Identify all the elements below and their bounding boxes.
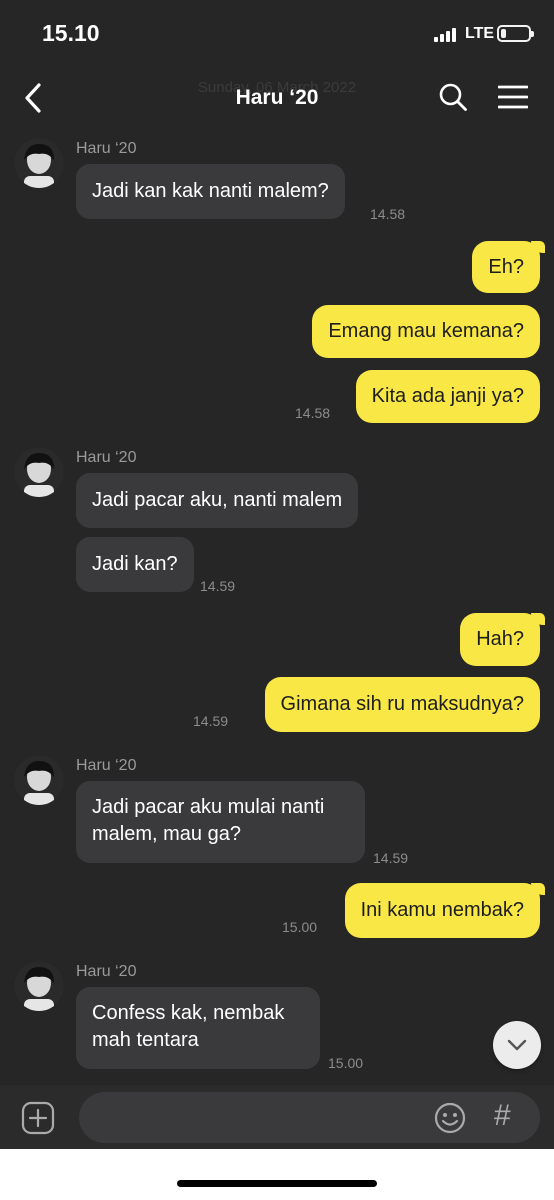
sender-name: Haru ‘20 bbox=[76, 757, 137, 774]
message-bubble-outgoing[interactable]: Emang mau kemana? bbox=[312, 305, 540, 358]
hash-icon[interactable]: # bbox=[494, 1099, 511, 1133]
sender-name: Haru ‘20 bbox=[76, 140, 137, 157]
chevron-down-icon bbox=[507, 1039, 527, 1051]
message-bubble-outgoing[interactable]: Hah? bbox=[460, 613, 545, 666]
message-time: 15.00 bbox=[328, 1055, 364, 1071]
message-bubble-outgoing[interactable]: Gimana sih ru maksudnya? bbox=[264, 677, 540, 732]
chat-header: Sunday, 06 March 2022 Haru ‘20 bbox=[0, 66, 554, 130]
message-time: 14.59 bbox=[200, 578, 236, 594]
message-time: 15.00 bbox=[282, 919, 318, 935]
message-bubble-incoming[interactable]: Jadi kan? bbox=[76, 537, 194, 592]
avatar[interactable] bbox=[14, 755, 64, 805]
sender-name: Haru ‘20 bbox=[76, 963, 137, 980]
message-list[interactable]: Haru ‘20 Jadi kan kak nanti malem? 14.58… bbox=[0, 130, 554, 1085]
message-composer: # bbox=[0, 1085, 554, 1149]
battery-icon bbox=[497, 25, 534, 42]
search-icon[interactable] bbox=[438, 82, 468, 112]
status-time: 15.10 bbox=[42, 20, 100, 46]
plus-icon[interactable] bbox=[21, 1101, 55, 1135]
avatar[interactable] bbox=[14, 447, 64, 497]
emoji-icon[interactable] bbox=[434, 1102, 466, 1134]
signal-icon bbox=[434, 27, 460, 42]
sender-name: Haru ‘20 bbox=[76, 449, 137, 466]
status-bar: 15.10 LTE bbox=[0, 0, 554, 66]
message-bubble-incoming[interactable]: Jadi pacar aku, nanti malem bbox=[76, 473, 359, 528]
message-bubble-incoming[interactable]: Confess kak, nembak mah tentara bbox=[76, 987, 320, 1069]
chat-title: Haru ‘20 bbox=[235, 86, 319, 109]
message-bubble-outgoing[interactable]: Eh? bbox=[472, 241, 545, 293]
message-time: 14.59 bbox=[373, 850, 409, 866]
network-type: LTE bbox=[465, 25, 495, 42]
message-time: 14.58 bbox=[370, 206, 406, 222]
message-bubble-outgoing[interactable]: Kita ada janji ya? bbox=[355, 370, 540, 423]
message-bubble-outgoing[interactable]: Ini kamu nembak? bbox=[344, 883, 546, 938]
home-indicator-area bbox=[0, 1149, 554, 1200]
message-time: 14.58 bbox=[295, 405, 331, 421]
avatar[interactable] bbox=[14, 961, 64, 1011]
scroll-to-bottom-button[interactable] bbox=[493, 1021, 541, 1069]
message-bubble-incoming[interactable]: Jadi kan kak nanti malem? bbox=[76, 164, 345, 219]
message-bubble-incoming[interactable]: Jadi pacar aku mulai nanti malem, mau ga… bbox=[76, 781, 365, 863]
avatar[interactable] bbox=[14, 138, 64, 188]
home-indicator[interactable] bbox=[177, 1180, 377, 1187]
message-input[interactable] bbox=[79, 1092, 540, 1143]
message-time: 14.59 bbox=[193, 713, 229, 729]
menu-icon[interactable] bbox=[498, 84, 528, 110]
